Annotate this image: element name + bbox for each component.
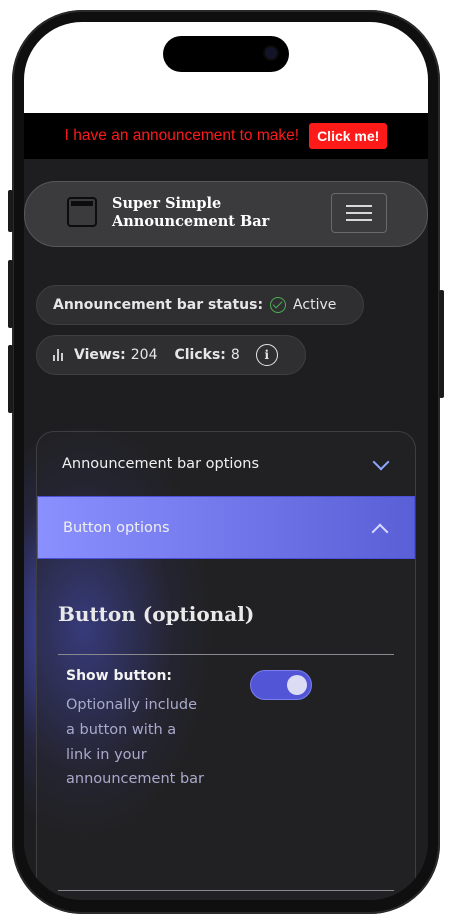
- accordion-button-options[interactable]: Button options: [37, 496, 415, 559]
- announcement-bar: I have an announcement to make! Click me…: [24, 113, 428, 159]
- chevron-up-icon: [371, 523, 389, 541]
- phone-frame: I have an announcement to make! Click me…: [8, 10, 444, 914]
- divider: [58, 654, 394, 655]
- app-header: Super Simple Announcement Bar: [24, 181, 428, 247]
- power-button: [439, 290, 444, 398]
- accordion-label: Announcement bar options: [62, 455, 260, 472]
- clicks-label: Clicks:: [174, 347, 226, 363]
- camera-icon: [265, 47, 277, 59]
- accordion-announcement-options[interactable]: Announcement bar options: [37, 432, 415, 495]
- views-value: 204: [130, 347, 158, 363]
- volume-up-button: [8, 260, 13, 328]
- dynamic-island: [163, 36, 289, 72]
- announcement-cta-button[interactable]: Click me!: [309, 123, 388, 149]
- show-button-description: Optionally include a button with a link …: [66, 697, 204, 788]
- show-button-label: Show button:: [66, 668, 173, 684]
- check-circle-icon: [270, 297, 287, 313]
- app-content: Super Simple Announcement Bar Announceme…: [24, 159, 428, 900]
- window-icon: [67, 197, 97, 227]
- clicks-value: 8: [230, 347, 240, 363]
- app-title-line2: Announcement Bar: [112, 213, 270, 230]
- hamburger-menu-icon[interactable]: [331, 193, 387, 233]
- announcement-text: I have an announcement to make!: [64, 127, 300, 144]
- app-title-line1: Super Simple: [112, 195, 222, 212]
- volume-down-button: [8, 345, 13, 413]
- accordion-label: Button options: [63, 519, 170, 536]
- app-title: Super Simple Announcement Bar: [112, 195, 272, 231]
- status-bar: [24, 22, 428, 113]
- divider: [58, 890, 394, 891]
- status-label: Announcement bar status:: [53, 297, 264, 313]
- section-title: Button (optional): [58, 602, 255, 626]
- stats-pill: Views: 204 Clicks: 8 i: [36, 335, 306, 375]
- bar-chart-icon: [53, 349, 65, 361]
- views-label: Views:: [74, 347, 126, 363]
- options-panel: Announcement bar options Button options …: [36, 431, 416, 900]
- toggle-knob: [287, 675, 307, 695]
- show-button-toggle[interactable]: [250, 670, 312, 700]
- chevron-down-icon: [372, 453, 390, 471]
- status-pill: Announcement bar status: Active: [36, 285, 364, 325]
- screen: I have an announcement to make! Click me…: [24, 22, 428, 900]
- info-icon[interactable]: i: [255, 344, 278, 366]
- status-value: Active: [293, 297, 337, 313]
- side-button: [8, 190, 13, 232]
